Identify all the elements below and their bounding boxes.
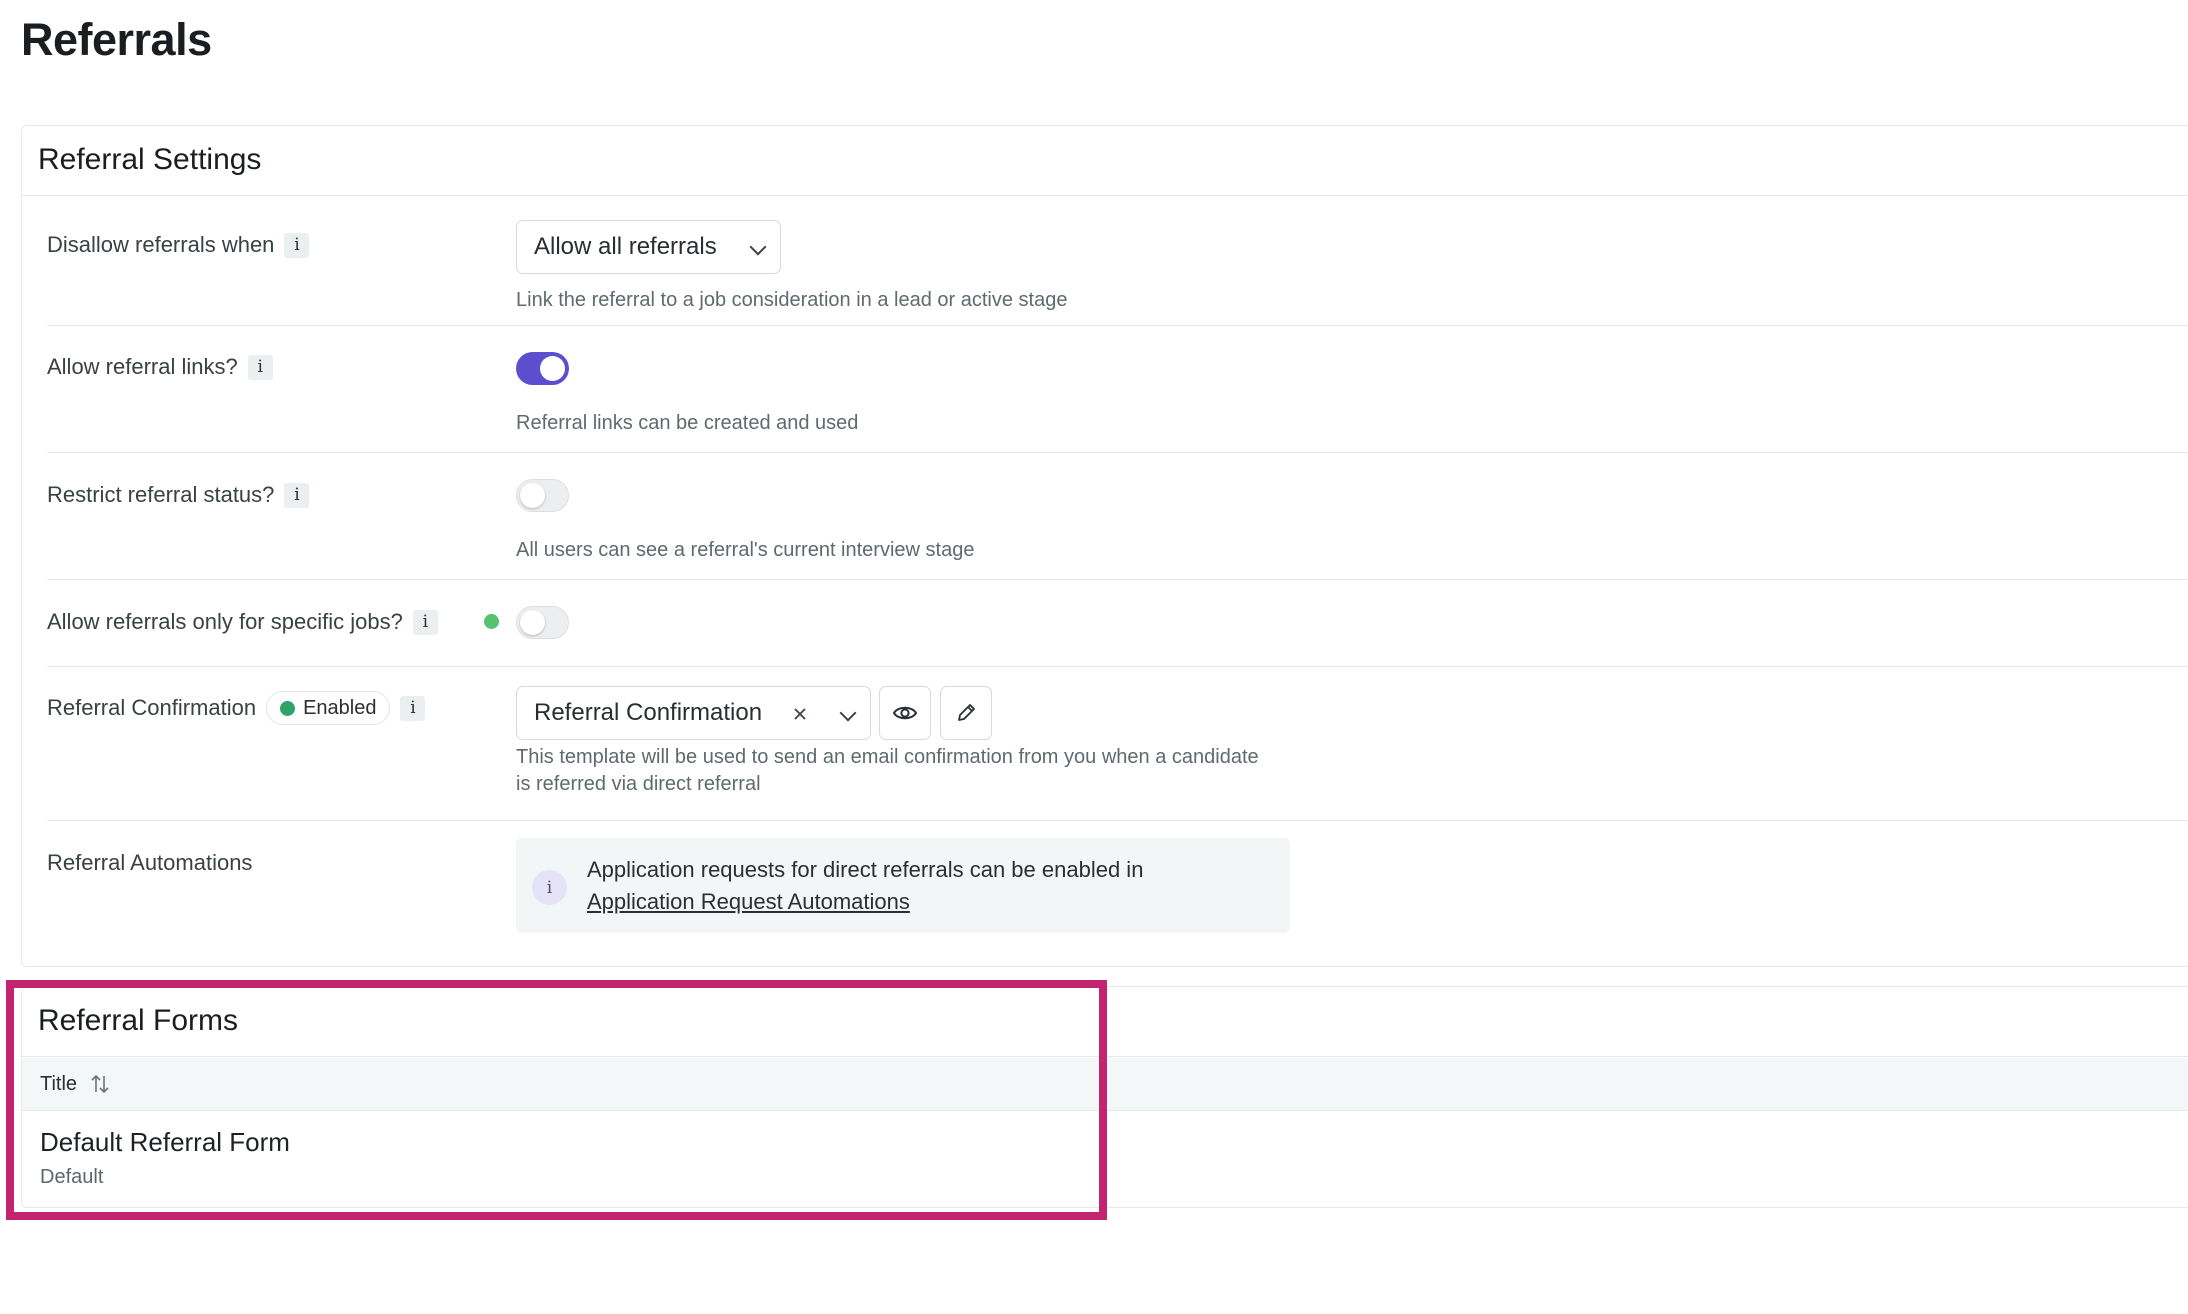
info-icon[interactable]: i — [284, 232, 310, 258]
referral-confirmation-label: Referral Confirmation — [47, 695, 257, 720]
restrict-referral-status-label-wrap: Restrict referral status? i — [47, 482, 310, 508]
allow-referral-links-label-wrap: Allow referral links? i — [47, 354, 273, 380]
info-icon: i — [532, 870, 567, 905]
referral-automations-label: Referral Automations — [47, 850, 253, 875]
pencil-icon — [958, 704, 975, 721]
form-subtitle: Default — [40, 1166, 104, 1188]
application-request-automations-link[interactable]: Application Request Automations — [587, 889, 910, 914]
table-header: Title — [22, 1058, 2188, 1111]
table-row[interactable]: Default Referral Form Default — [40, 1127, 290, 1189]
restrict-referral-status-help: All users can see a referral's current i… — [516, 539, 975, 561]
status-dot — [280, 700, 296, 716]
referral-settings-title: Referral Settings — [22, 126, 2188, 196]
enabled-badge: Enabled — [266, 691, 391, 725]
referral-automations-label-wrap: Referral Automations — [47, 850, 252, 876]
referral-automations-row: Referral Automations i Application reque… — [47, 821, 2188, 968]
disallow-referrals-label-wrap: Disallow referrals when i — [47, 232, 310, 258]
toggle-knob — [520, 483, 545, 508]
specific-jobs-toggle[interactable] — [516, 606, 569, 639]
chevron-down-icon — [839, 704, 857, 722]
page-title: Referrals — [21, 14, 212, 65]
restrict-referral-status-row: Restrict referral status? i All users ca… — [47, 453, 2188, 580]
allow-referral-links-toggle[interactable] — [516, 352, 569, 385]
info-icon[interactable]: i — [412, 609, 438, 635]
disallow-referrals-select[interactable]: Allow all referrals — [516, 220, 781, 274]
disallow-referrals-value: Allow all referrals — [534, 233, 717, 260]
specific-jobs-label: Allow referrals only for specific jobs? — [47, 609, 403, 634]
referral-settings-card: Referral Settings Disallow referrals whe… — [21, 125, 2188, 967]
info-icon[interactable]: i — [247, 354, 273, 380]
specific-jobs-row: Allow referrals only for specific jobs? … — [47, 580, 2188, 667]
allow-referral-links-help: Referral links can be created and used — [516, 412, 859, 434]
status-dot — [484, 614, 499, 629]
sort-icon[interactable] — [89, 1073, 111, 1095]
disallow-referrals-help: Link the referral to a job consideration… — [516, 289, 1068, 311]
column-title[interactable]: Title — [40, 1073, 77, 1096]
toggle-knob — [540, 356, 565, 381]
info-icon[interactable]: i — [400, 695, 426, 721]
allow-referral-links-row: Allow referral links? i Referral links c… — [47, 326, 2188, 453]
automations-callout-text: Application requests for direct referral… — [587, 854, 1143, 918]
automations-callout-message: Application requests for direct referral… — [587, 857, 1144, 882]
referral-confirmation-value: Referral Confirmation — [534, 699, 763, 726]
chevron-down-icon — [749, 238, 767, 256]
toggle-knob — [520, 610, 545, 635]
allow-referral-links-label: Allow referral links? — [47, 354, 238, 379]
edit-template-button[interactable] — [940, 686, 992, 740]
info-icon[interactable]: i — [284, 482, 310, 508]
disallow-referrals-row: Disallow referrals when i Allow all refe… — [47, 196, 2188, 326]
restrict-referral-status-label: Restrict referral status? — [47, 482, 275, 507]
referral-confirmation-help-line1: This template will be used to send an em… — [516, 746, 1259, 768]
disallow-referrals-label: Disallow referrals when — [47, 232, 275, 257]
referral-forms-card: Referral Forms Title Default Referral Fo… — [21, 986, 2188, 1208]
referral-confirmation-label-wrap: Referral Confirmation Enabled i — [47, 691, 426, 725]
specific-jobs-label-wrap: Allow referrals only for specific jobs? … — [47, 609, 438, 635]
preview-template-button[interactable] — [879, 686, 931, 740]
restrict-referral-status-toggle[interactable] — [516, 479, 569, 512]
referral-confirmation-help-line2: is referred via direct referral — [516, 773, 761, 795]
eye-icon — [892, 706, 918, 720]
enabled-badge-label: Enabled — [303, 696, 377, 719]
referral-forms-title: Referral Forms — [22, 987, 2188, 1057]
clear-icon[interactable] — [792, 706, 808, 722]
form-title[interactable]: Default Referral Form — [40, 1127, 290, 1158]
referral-confirmation-select[interactable]: Referral Confirmation — [516, 686, 871, 740]
referral-confirmation-row: Referral Confirmation Enabled i Referral… — [47, 667, 2188, 821]
referral-confirmation-help: This template will be used to send an em… — [516, 744, 1259, 798]
automations-callout: i Application requests for direct referr… — [516, 838, 1290, 933]
